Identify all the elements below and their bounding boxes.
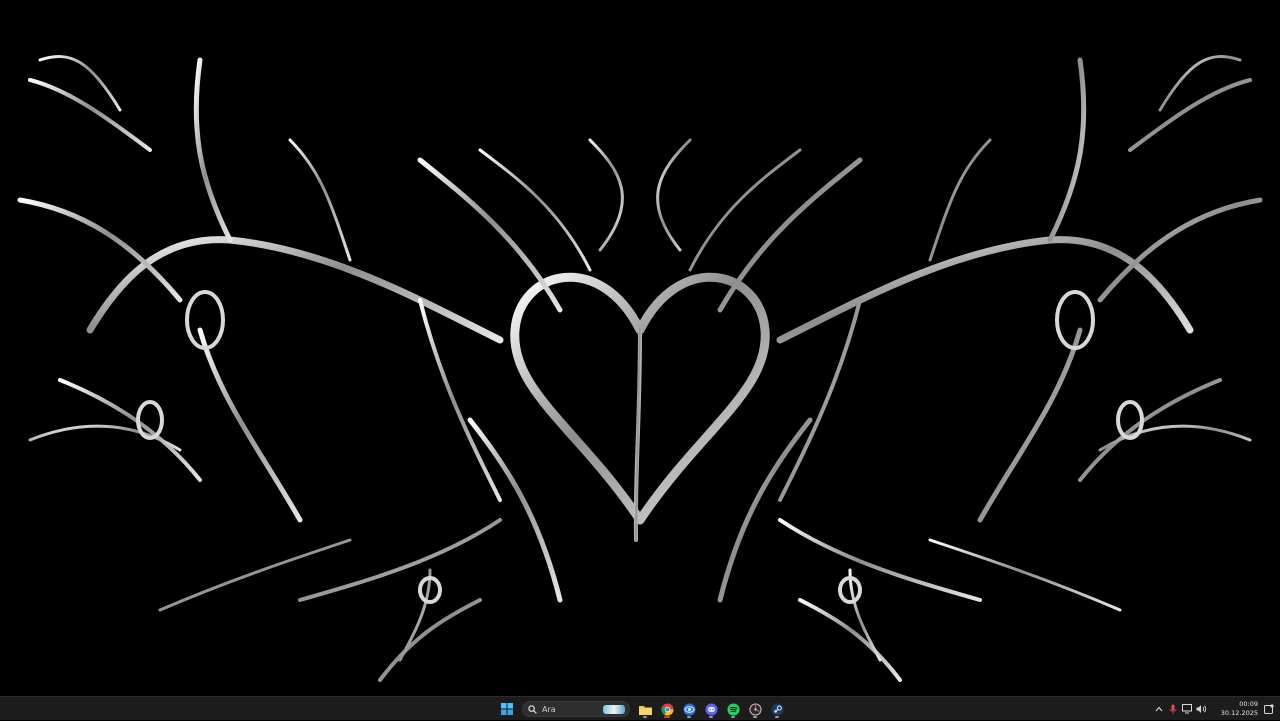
taskbar-center-group: Ara <box>498 697 786 721</box>
file-explorer-icon <box>638 705 652 715</box>
app-icon <box>748 702 762 716</box>
microphone-tray-button[interactable] <box>1166 699 1180 719</box>
search-icon <box>528 704 537 714</box>
system-tray: 00:09 30.12.2025 <box>1152 697 1280 721</box>
taskbar-steam[interactable] <box>768 699 786 719</box>
microphone-icon <box>1169 704 1177 714</box>
chrome-icon <box>660 702 674 716</box>
notifications-button[interactable] <box>1262 699 1276 719</box>
network-icon <box>1181 704 1192 714</box>
volume-icon <box>1196 705 1206 713</box>
chrome-tribal-wallpaper-art <box>17 55 1263 682</box>
taskbar-chrome[interactable] <box>658 699 676 719</box>
search-highlight-icon <box>603 705 625 714</box>
search-label: Ara <box>542 704 556 714</box>
chevron-up-icon <box>1155 706 1163 712</box>
spotify-icon <box>726 702 740 716</box>
taskbar-discord[interactable] <box>702 699 720 719</box>
start-button[interactable] <box>498 699 516 719</box>
taskbar-browser[interactable] <box>680 699 698 719</box>
browser-icon <box>682 702 696 716</box>
taskbar-file-explorer[interactable] <box>636 699 654 719</box>
taskbar-app[interactable] <box>746 699 764 719</box>
taskbar: Ara 00:09 30.12.2025 <box>0 696 1280 720</box>
show-hidden-icons-button[interactable] <box>1152 699 1166 719</box>
search-box[interactable]: Ara <box>522 701 630 717</box>
network-tray-button[interactable] <box>1180 699 1194 719</box>
clock-time: 00:09 <box>1239 700 1258 708</box>
start-icon <box>501 703 513 715</box>
discord-icon <box>704 702 718 716</box>
desktop-wallpaper <box>0 0 1280 696</box>
volume-tray-button[interactable] <box>1194 699 1208 719</box>
notification-icon <box>1264 704 1274 714</box>
clock-date: 30.12.2025 <box>1220 709 1258 717</box>
steam-icon <box>770 702 784 716</box>
clock[interactable]: 00:09 30.12.2025 <box>1214 700 1258 718</box>
taskbar-spotify[interactable] <box>724 699 742 719</box>
